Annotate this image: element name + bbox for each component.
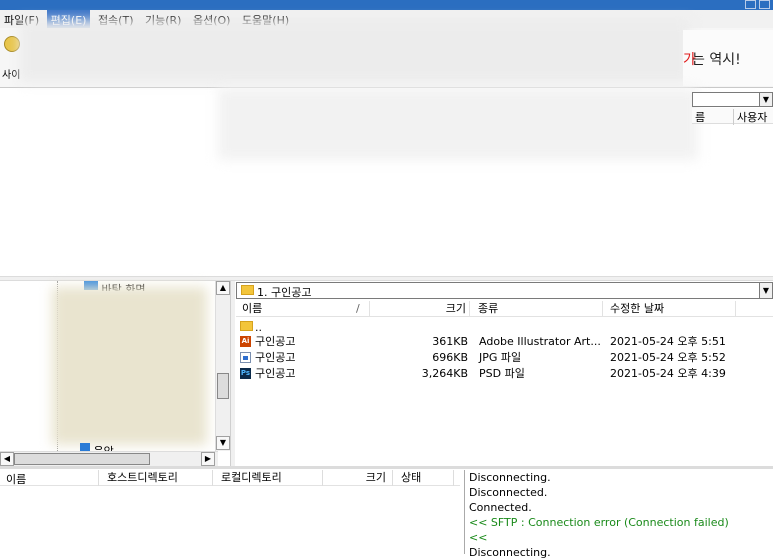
file-size: 696KB — [432, 351, 468, 364]
queue-col-host-dir[interactable]: 호스트디렉토리 — [98, 470, 178, 486]
remote-col-user[interactable]: 사용자 — [733, 109, 767, 125]
blurred-remote-region — [218, 88, 698, 160]
scroll-thumb[interactable] — [217, 373, 229, 399]
minimize-button[interactable] — [745, 0, 756, 9]
local-folder-tree[interactable]: 바탕 화면 음악 — [0, 281, 215, 451]
column-header-size-label: 크기 — [445, 302, 466, 315]
remote-path-combobox[interactable]: ▼ — [692, 92, 773, 107]
file-name: 구인공고 — [255, 351, 296, 364]
illustrator-file-icon: Ai — [240, 336, 251, 347]
log-line-error: << — [469, 531, 488, 544]
blurred-tree-region — [52, 287, 207, 445]
sort-indicator-icon: / — [356, 302, 360, 315]
list-item[interactable]: Ai 구인공고 361KB Adobe Illustrator Art... 2… — [236, 334, 773, 350]
scroll-left-button[interactable]: ◀ — [0, 452, 14, 466]
column-header-type-label: 종류 — [478, 302, 499, 315]
site-manager-label: 사이 — [2, 70, 21, 81]
log-line: Disconnected. — [469, 486, 548, 499]
folder-icon — [241, 285, 254, 295]
file-size: 361KB — [432, 335, 468, 348]
ad-banner[interactable]: 가 는 역시! — [683, 30, 773, 86]
vertical-splitter[interactable] — [230, 281, 235, 466]
transfer-queue-header: 이름 호스트디렉토리 로컬디렉토리 크기 상태 — [0, 470, 460, 486]
local-path-text: 1. 구인공고 — [257, 286, 312, 299]
horizontal-scroll-thumb[interactable] — [14, 453, 150, 465]
queue-col-size[interactable]: 크기 — [322, 470, 392, 486]
local-file-list-header: 이름 / 크기 종류 수정한 날짜 — [236, 301, 773, 317]
log-line: Connected. — [469, 501, 532, 514]
jpg-file-icon — [240, 352, 251, 363]
file-modified: 2021-05-24 오후 5:52 — [610, 351, 726, 364]
close-button[interactable] — [759, 0, 770, 9]
log-line: Disconnecting. — [469, 471, 551, 484]
remote-col-name[interactable]: 름 — [695, 109, 705, 125]
column-header-type[interactable]: 종류 — [470, 301, 603, 317]
blurred-toolbar-region — [20, 20, 690, 82]
list-item[interactable]: 구인공고 696KB JPG 파일 2021-05-24 오후 5:52 — [236, 350, 773, 366]
column-header-size[interactable]: 크기 — [370, 301, 470, 317]
connection-log[interactable]: Disconnecting. Disconnected. Connected. … — [464, 470, 773, 559]
music-folder-icon — [80, 443, 90, 451]
file-type: JPG 파일 — [479, 351, 522, 364]
queue-col-status[interactable]: 상태 — [392, 470, 454, 486]
file-type: PSD 파일 — [479, 367, 525, 380]
column-header-name-label: 이름 — [242, 302, 263, 315]
folder-icon — [240, 321, 253, 331]
tree-horizontal-scrollbar[interactable]: ◀ ▶ — [0, 451, 218, 466]
queue-col-local-dir[interactable]: 로컬디렉토리 — [212, 470, 282, 486]
file-name: 구인공고 — [255, 335, 296, 348]
local-path-combobox[interactable]: 1. 구인공고 ▼ — [236, 282, 773, 299]
banner-text: 는 역시! — [692, 52, 741, 68]
column-header-name[interactable]: 이름 / — [236, 301, 370, 317]
chevron-down-icon[interactable]: ▼ — [759, 93, 772, 106]
bottom-splitter[interactable] — [0, 466, 773, 469]
scroll-down-button[interactable]: ▼ — [216, 436, 230, 450]
list-item[interactable]: Ps 구인공고 3,264KB PSD 파일 2021-05-24 오후 4:3… — [236, 366, 773, 382]
file-size: 3,264KB — [421, 367, 468, 380]
tree-vertical-scrollbar[interactable]: ▲ ▼ — [215, 281, 230, 451]
scroll-up-button[interactable]: ▲ — [216, 281, 230, 295]
queue-col-name[interactable]: 이름 — [6, 471, 26, 487]
column-header-modified[interactable]: 수정한 날짜 — [603, 301, 736, 317]
parent-directory-row[interactable]: .. — [236, 318, 773, 334]
title-bar — [0, 0, 773, 10]
column-header-modified-label: 수정한 날짜 — [610, 302, 665, 315]
file-type: Adobe Illustrator Art... — [479, 335, 601, 348]
remote-file-list-header: 름 사용자 — [692, 108, 773, 125]
file-modified: 2021-05-24 오후 5:51 — [610, 335, 726, 348]
file-name: 구인공고 — [255, 367, 296, 380]
chevron-down-icon[interactable]: ▼ — [759, 283, 772, 298]
site-manager-button[interactable]: 사이 — [2, 32, 22, 81]
log-line: Disconnecting. — [469, 546, 551, 559]
log-line-error: << SFTP : Connection error (Connection f… — [469, 516, 729, 529]
photoshop-file-icon: Ps — [240, 368, 251, 379]
file-modified: 2021-05-24 오후 4:39 — [610, 367, 726, 380]
tree-item-music[interactable]: 음악 — [80, 443, 114, 451]
site-manager-icon — [4, 36, 20, 52]
scroll-right-button[interactable]: ▶ — [201, 452, 215, 466]
jpg-thumb-mark — [243, 356, 248, 360]
